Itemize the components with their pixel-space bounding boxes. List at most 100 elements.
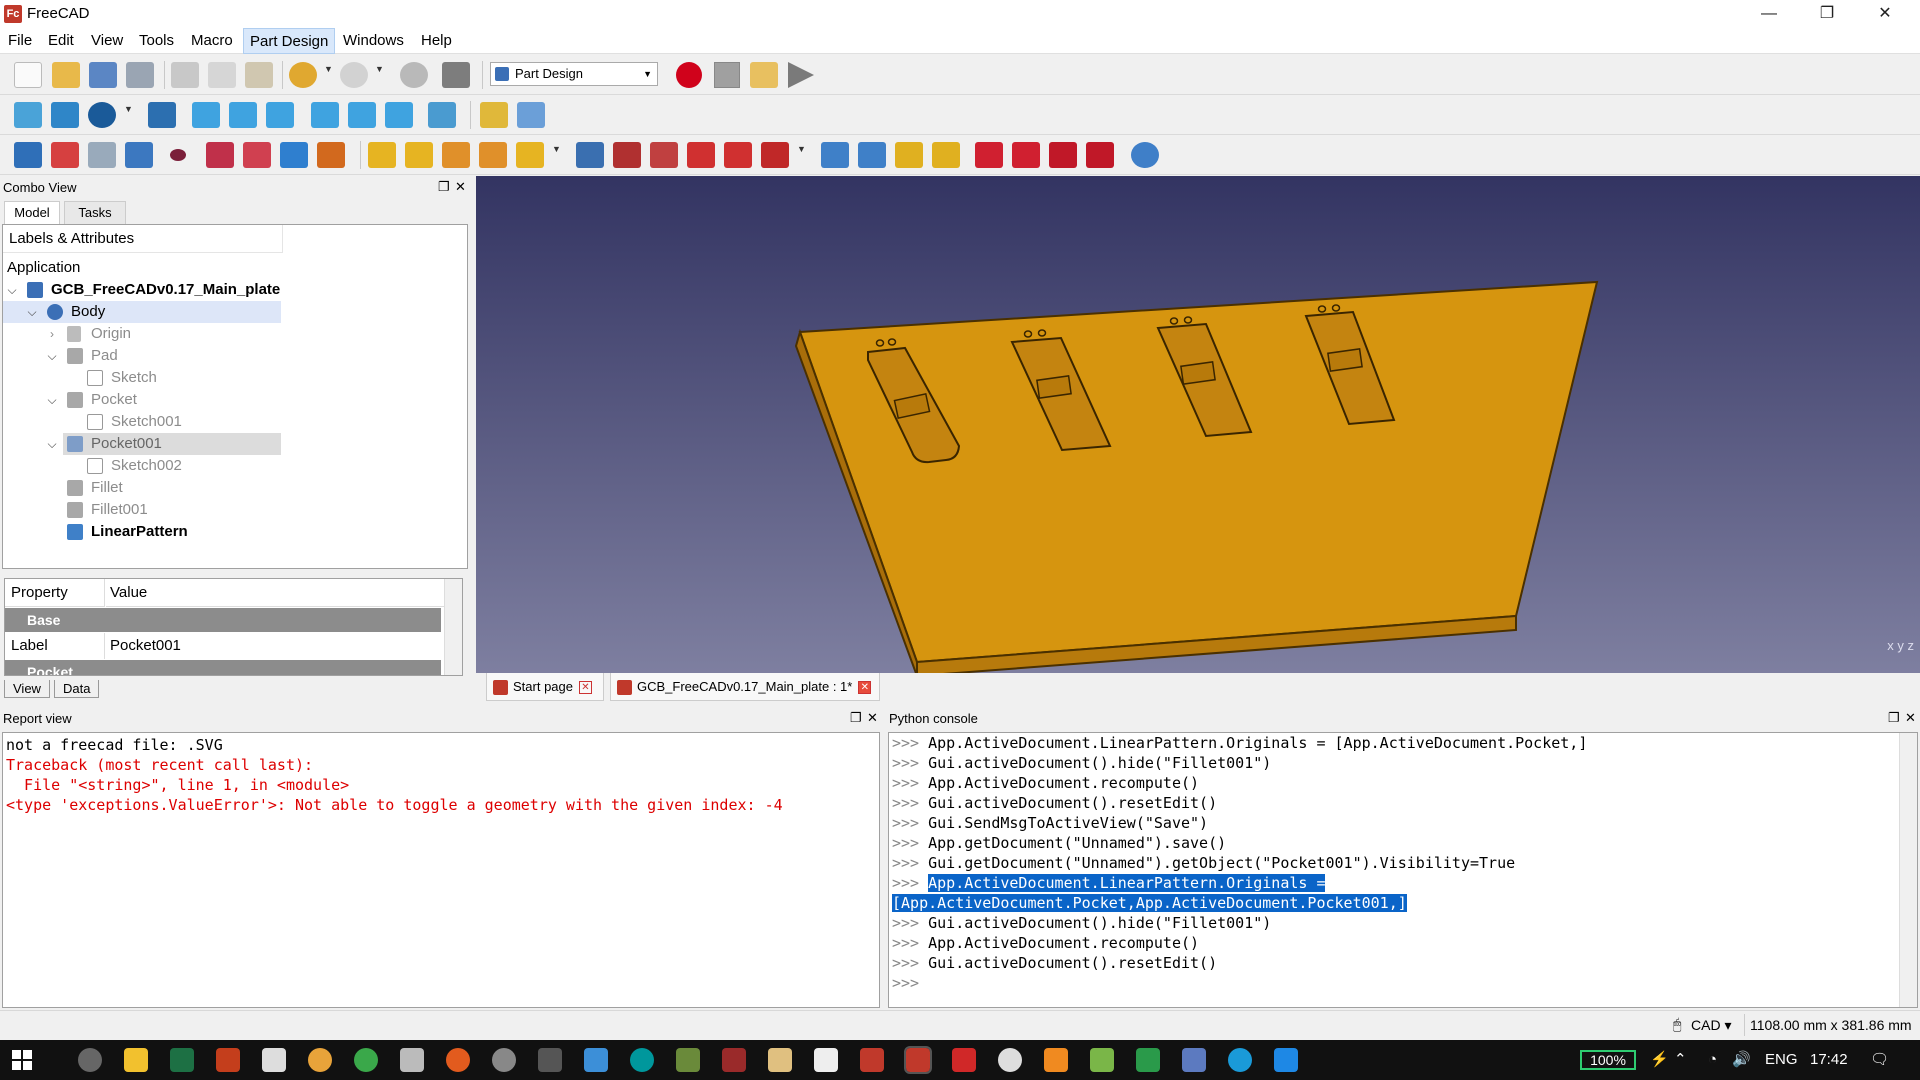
- app-icon[interactable]: [1182, 1048, 1206, 1072]
- macro-record-icon[interactable]: [676, 62, 702, 88]
- freecad-taskbar-icon[interactable]: [860, 1048, 884, 1072]
- subtractive-dropdown-icon[interactable]: ▼: [797, 144, 806, 154]
- tree-sketch001[interactable]: Sketch001: [3, 411, 283, 433]
- minimize-button[interactable]: —: [1740, 0, 1798, 28]
- app-icon[interactable]: [998, 1048, 1022, 1072]
- navigation-style[interactable]: CAD ▾: [1691, 1017, 1731, 1034]
- clock[interactable]: 17:42: [1810, 1040, 1848, 1080]
- open-folder-icon[interactable]: [52, 62, 80, 88]
- property-scrollbar[interactable]: [444, 579, 462, 675]
- workbench-selector[interactable]: Part Design ▼: [490, 62, 658, 86]
- tab-start-page[interactable]: Start page ✕: [486, 673, 604, 701]
- subtractive-loft-icon[interactable]: [687, 142, 715, 168]
- sweep-icon[interactable]: [479, 142, 507, 168]
- app-icon[interactable]: [814, 1048, 838, 1072]
- create-body-icon[interactable]: [14, 142, 42, 168]
- 3d-view[interactable]: x y z: [476, 176, 1920, 673]
- tree-fillet[interactable]: Fillet: [3, 477, 283, 499]
- tree-fillet001[interactable]: Fillet001: [3, 499, 283, 521]
- chevron-down-icon[interactable]: ⌵: [45, 433, 59, 455]
- app-icon[interactable]: [676, 1048, 700, 1072]
- float-panel-icon[interactable]: ❐: [850, 710, 862, 726]
- cut-icon[interactable]: [171, 62, 199, 88]
- menu-view[interactable]: View: [85, 28, 129, 54]
- datum-plane-icon[interactable]: [243, 142, 271, 168]
- paste-icon[interactable]: [245, 62, 273, 88]
- additive-primitive-icon[interactable]: [516, 142, 544, 168]
- arduino-icon[interactable]: [630, 1048, 654, 1072]
- close-panel-icon[interactable]: ✕: [867, 710, 878, 726]
- app-icon[interactable]: [1228, 1048, 1252, 1072]
- menu-file[interactable]: File: [2, 28, 38, 54]
- tree-pad[interactable]: ⌵ Pad: [3, 345, 283, 367]
- polar-pattern-icon[interactable]: [895, 142, 923, 168]
- tree-document[interactable]: ⌵ GCB_FreeCADv0.17_Main_plate: [3, 279, 283, 301]
- draft-icon[interactable]: [1049, 142, 1077, 168]
- chamfer-icon[interactable]: [1012, 142, 1040, 168]
- local-cs-icon[interactable]: [280, 142, 308, 168]
- tree-body[interactable]: ⌵ Body: [3, 301, 281, 323]
- report-output[interactable]: not a freecad file: .SVG Traceback (most…: [2, 732, 880, 1008]
- macro-stop-icon[interactable]: [714, 62, 740, 88]
- property-value[interactable]: Pocket001: [106, 633, 441, 659]
- menu-tools[interactable]: Tools: [133, 28, 180, 54]
- notifications-icon[interactable]: 🗨: [1870, 1040, 1889, 1080]
- redo-dropdown-icon[interactable]: ▼: [375, 64, 384, 74]
- menu-macro[interactable]: Macro: [185, 28, 239, 54]
- right-view-icon[interactable]: [266, 102, 294, 128]
- close-window-button[interactable]: ✕: [1856, 0, 1914, 28]
- boolean-icon[interactable]: [1131, 142, 1159, 168]
- fit-selection-icon[interactable]: [51, 102, 79, 128]
- undo-icon[interactable]: [289, 62, 317, 88]
- close-panel-icon[interactable]: ✕: [1905, 710, 1916, 726]
- app-icon[interactable]: [952, 1048, 976, 1072]
- freecad-active-icon[interactable]: [904, 1046, 932, 1074]
- tree-origin[interactable]: › Origin: [3, 323, 283, 345]
- front-view-icon[interactable]: [192, 102, 220, 128]
- app-icon[interactable]: [1044, 1048, 1068, 1072]
- refresh-icon[interactable]: [400, 62, 428, 88]
- left-view-icon[interactable]: [385, 102, 413, 128]
- tree-sketch[interactable]: Sketch: [3, 367, 283, 389]
- menu-windows[interactable]: Windows: [337, 28, 410, 54]
- save-as-icon[interactable]: [126, 62, 154, 88]
- additive-dropdown-icon[interactable]: ▼: [552, 144, 561, 154]
- tab-view[interactable]: View: [4, 680, 50, 698]
- datum-line-icon[interactable]: [206, 142, 234, 168]
- float-panel-icon[interactable]: ❐: [1888, 710, 1900, 726]
- bottom-view-icon[interactable]: [348, 102, 376, 128]
- app-icon[interactable]: [1090, 1048, 1114, 1072]
- app-icon[interactable]: [400, 1048, 424, 1072]
- new-document-icon[interactable]: [14, 62, 42, 88]
- create-sketch-icon[interactable]: [51, 142, 79, 168]
- tree-pocket[interactable]: ⌵ Pocket: [3, 389, 283, 411]
- task-view-icon[interactable]: [78, 1048, 102, 1072]
- mirrored-icon[interactable]: [821, 142, 849, 168]
- validate-sketch-icon[interactable]: [88, 142, 116, 168]
- windows-start-icon[interactable]: [12, 1050, 32, 1070]
- multi-transform-icon[interactable]: [932, 142, 960, 168]
- app-icon[interactable]: [538, 1048, 562, 1072]
- groove-icon[interactable]: [650, 142, 678, 168]
- console-scrollbar[interactable]: [1899, 733, 1917, 1007]
- revolution-icon[interactable]: [405, 142, 433, 168]
- app-icon[interactable]: [768, 1048, 792, 1072]
- tree-linear-pattern[interactable]: LinearPattern: [3, 521, 283, 543]
- undo-dropdown-icon[interactable]: ▼: [324, 64, 333, 74]
- pad-icon[interactable]: [368, 142, 396, 168]
- power-icon[interactable]: ⚡: [1650, 1040, 1669, 1080]
- menu-part-design[interactable]: Part Design: [243, 28, 336, 54]
- app-icon[interactable]: [308, 1048, 332, 1072]
- excel-icon[interactable]: [170, 1048, 194, 1072]
- fit-all-icon[interactable]: [14, 102, 42, 128]
- tree-sketch002[interactable]: Sketch002: [3, 455, 283, 477]
- pocket-icon[interactable]: [576, 142, 604, 168]
- file-explorer-icon[interactable]: [124, 1048, 148, 1072]
- property-group-pocket[interactable]: Pocket: [5, 660, 441, 675]
- 7zip-icon[interactable]: [262, 1048, 286, 1072]
- macro-run-icon[interactable]: [788, 62, 814, 88]
- draw-style-dropdown-icon[interactable]: ▼: [124, 104, 133, 114]
- close-panel-icon[interactable]: ✕: [455, 179, 466, 195]
- app-icon[interactable]: [584, 1048, 608, 1072]
- datum-point-icon[interactable]: [170, 149, 186, 161]
